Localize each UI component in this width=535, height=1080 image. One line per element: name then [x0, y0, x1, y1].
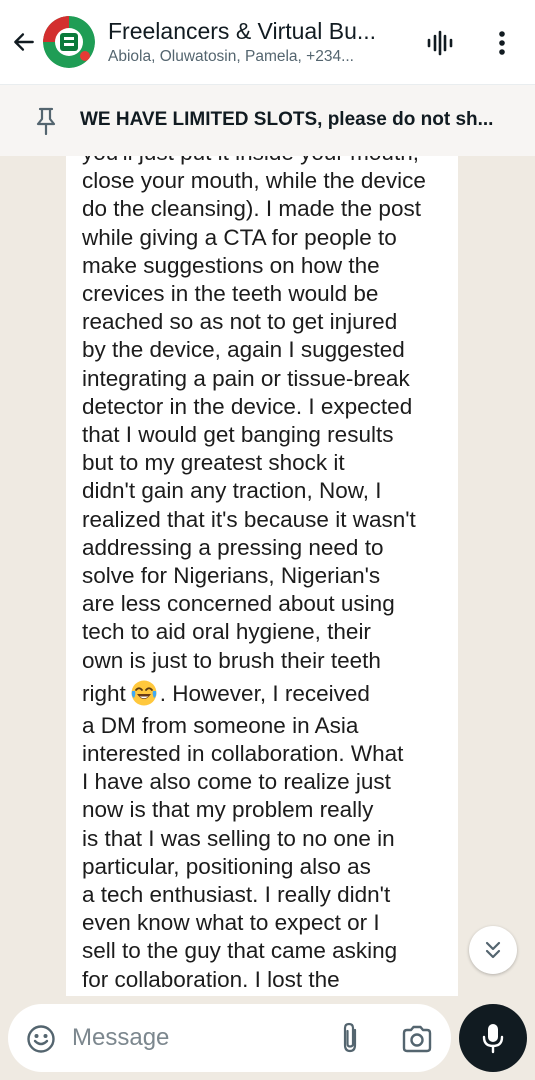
- message-line: make suggestions on how the: [82, 252, 380, 278]
- message-line: close your mouth, while the device: [82, 168, 426, 194]
- back-button[interactable]: [8, 24, 40, 60]
- message-line: realized that it's because it wasn't: [82, 506, 416, 532]
- message-line: for collaboration. I lost the: [82, 966, 340, 992]
- camera-icon[interactable]: [401, 1024, 433, 1054]
- message-line: addressing a pressing need to: [82, 534, 384, 560]
- message-line: interested in collaboration. What: [82, 741, 404, 767]
- message-line: but to my greatest shock it: [82, 450, 345, 476]
- message-line: sell to the guy that came asking: [82, 938, 398, 964]
- message-fragment: . However, I received: [159, 680, 370, 706]
- message-line: didn't gain any traction, Now, I: [82, 478, 382, 504]
- message-line: integrating a pain or tissue-break: [82, 365, 410, 391]
- message-line: by the device, again I suggested: [82, 337, 405, 363]
- message-line: do the cleansing). I made the post: [82, 196, 421, 222]
- message-input[interactable]: [72, 1022, 322, 1054]
- message-line: own is just to brush their teeth: [82, 647, 381, 673]
- more-vertical-icon: [499, 31, 505, 55]
- face-with-tears-of-joy-icon: [131, 680, 157, 706]
- message-line: particular, positioning also as: [82, 853, 371, 879]
- message-text: you'll just put it inside your mouth, cl…: [82, 156, 452, 994]
- overflow-menu-button[interactable]: [486, 26, 518, 60]
- message-line: detector in the device. I expected: [82, 393, 413, 419]
- group-members: Abiola, Oluwatosin, Pamela, +234...: [108, 48, 354, 65]
- message-line: a DM from someone in Asia: [82, 712, 359, 738]
- paperclip-icon[interactable]: [338, 1021, 362, 1055]
- message-line: are less concerned about using: [82, 591, 395, 617]
- scroll-to-bottom-button[interactable]: [469, 926, 517, 974]
- message-line: reached so as not to get injured: [82, 309, 398, 335]
- audio-wave-icon: [427, 30, 453, 56]
- group-logo-image: [43, 16, 95, 68]
- chat-title-block[interactable]: Freelancers & Virtual Bu... Abiola, Oluw…: [108, 16, 408, 68]
- message-line: is that I was selling to no one in: [82, 825, 395, 851]
- pinned-message-bar[interactable]: WE HAVE LIMITED SLOTS, please do not sh.…: [0, 84, 535, 156]
- message-line: a tech enthusiast. I really didn't: [82, 882, 391, 908]
- message-bubble[interactable]: you'll just put it inside your mouth, cl…: [66, 156, 458, 996]
- message-composer: [8, 1004, 451, 1072]
- message-line: solve for Nigerians, Nigerian's: [82, 563, 381, 589]
- message-line: while giving a CTA for people to: [82, 224, 397, 250]
- voice-chat-button[interactable]: [422, 26, 458, 60]
- message-line: now is that my problem really: [82, 797, 374, 823]
- voice-message-button[interactable]: [459, 1004, 527, 1072]
- pin-icon: [36, 107, 56, 135]
- group-title: Freelancers & Virtual Bu...: [108, 18, 377, 44]
- double-chevron-down-icon: [485, 941, 501, 959]
- message-line: that I would get banging results: [82, 422, 394, 448]
- chat-header: Freelancers & Virtual Bu... Abiola, Oluw…: [0, 0, 535, 84]
- pinned-message-text: WE HAVE LIMITED SLOTS, please do not sh.…: [80, 109, 494, 130]
- message-line: you'll just put it inside your mouth,: [82, 156, 452, 167]
- emoji-smile-icon[interactable]: [26, 1024, 56, 1054]
- message-line: crevices in the teeth would be: [82, 281, 379, 307]
- message-line: I have also come to realize just: [82, 769, 391, 795]
- microphone-icon: [482, 1024, 504, 1054]
- group-avatar[interactable]: [43, 16, 95, 68]
- message-line: tech to aid oral hygiene, their: [82, 619, 371, 645]
- message-line: even know what to expect or I: [82, 910, 380, 936]
- message-line-with-emoji: right . However, I received: [82, 677, 452, 711]
- arrow-left-icon: [14, 33, 34, 51]
- message-fragment: right: [82, 680, 126, 706]
